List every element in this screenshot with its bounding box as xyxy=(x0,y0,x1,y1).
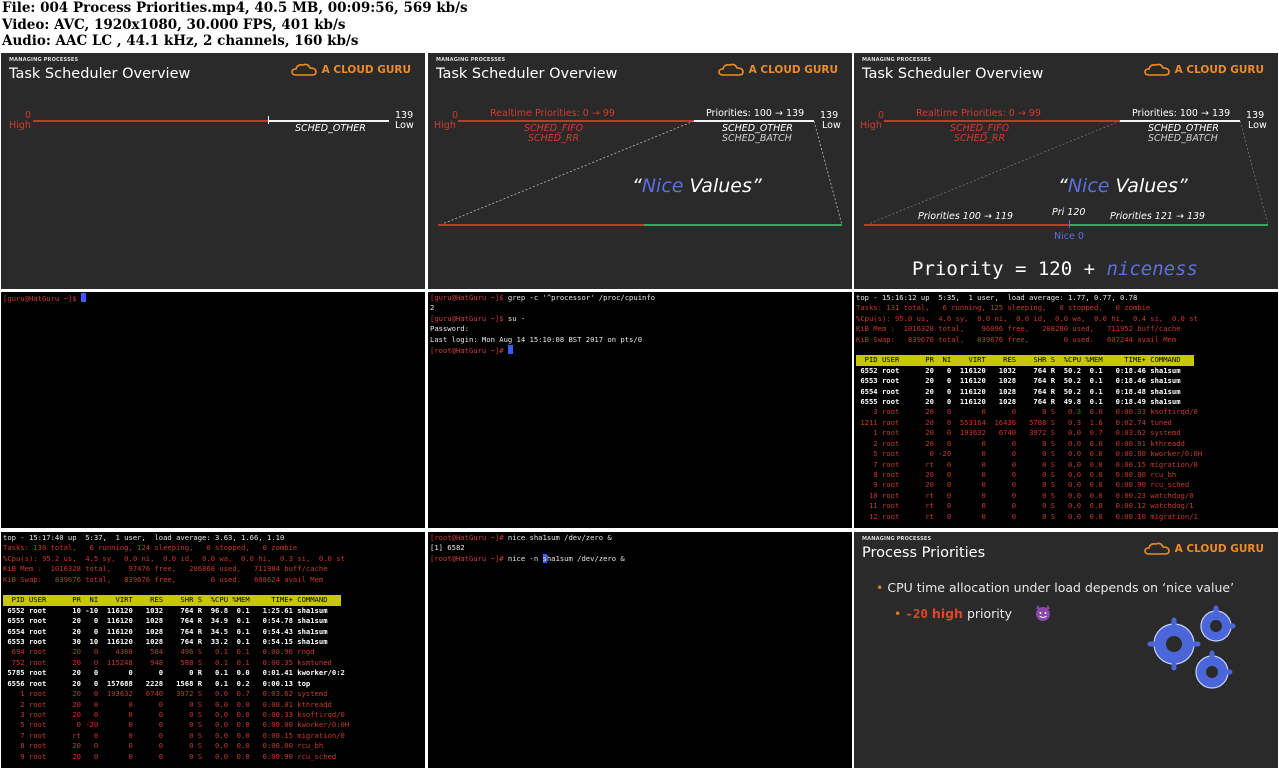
realtime-bar xyxy=(33,120,269,122)
audio-line: Audio: AAC LC , 44.1 kHz, 2 channels, 16… xyxy=(2,33,359,49)
cloud-icon xyxy=(1143,542,1170,555)
text-cursor xyxy=(80,293,86,302)
bullet-1: • CPU time allocation under load depends… xyxy=(876,580,1235,595)
thumbnail-terminal-1: [guru@HatGuru ~]$ xyxy=(1,292,425,528)
brand-name: A CLOUD GURU xyxy=(1174,543,1264,555)
sched-other: SCHED_OTHER xyxy=(295,123,366,134)
top-output: top - 15:16:12 up 5:35, 1 user, load ave… xyxy=(856,293,1203,521)
zoom-guide-lines xyxy=(865,120,1269,226)
top-output: top - 15:17:40 up 5:37, 1 user, load ave… xyxy=(3,533,350,761)
brand-logo: A CLOUD GURU xyxy=(1143,542,1264,556)
zoom-guide-lines xyxy=(439,120,843,226)
nice-values-heading: “Nice Values” xyxy=(632,175,762,197)
nice-left-bar xyxy=(864,224,1070,226)
gears-icon xyxy=(1147,605,1236,689)
thumbnail-slide-3: MANAGING PROCESSES Task Scheduler Overvi… xyxy=(854,53,1278,289)
prio-left-label: Priorities 100 → 119 xyxy=(918,211,1014,222)
text-cursor xyxy=(507,345,513,355)
nice0-label: Nice 0 xyxy=(1054,231,1084,242)
process-table-header: PID USER PR NI VIRT RES SHR S %CPU %MEM … xyxy=(3,595,341,606)
bullet-2: • -20 high priority xyxy=(894,604,1054,622)
thumbnail-terminal-2: [guru@HatGuru ~]$ grep -c '^processor' /… xyxy=(428,292,852,528)
devil-emoji-icon xyxy=(1036,605,1051,621)
divider-tick xyxy=(268,116,269,124)
thumbnail-top-output-2: top - 15:17:40 up 5:37, 1 user, load ave… xyxy=(1,532,425,768)
prio-right-label: Priorities 121 → 139 xyxy=(1110,211,1206,222)
slide-title: Task Scheduler Overview xyxy=(9,66,191,82)
brand-logo: A CLOUD GURU xyxy=(290,63,411,77)
process-table-header: PID USER PR NI VIRT RES SHR S %CPU %MEM … xyxy=(856,355,1194,366)
shell-prompt: [guru@HatGuru ~]$ xyxy=(3,294,81,303)
file-line: File: 004 Process Priorities.mp4, 40.5 M… xyxy=(2,0,468,16)
high-word: High xyxy=(9,120,31,131)
nice-zero-tick xyxy=(1069,220,1070,228)
section-label: MANAGING PROCESSES xyxy=(9,57,79,63)
cloud-icon xyxy=(290,63,317,76)
brand-name: A CLOUD GURU xyxy=(321,64,411,76)
thumbnail-slide-1: MANAGING PROCESSES Task Scheduler Overvi… xyxy=(1,53,425,289)
terminal-output: [guru@HatGuru ~]$ grep -c '^processor' /… xyxy=(430,293,656,356)
nice-right-bar xyxy=(644,224,842,226)
thumbnail-slide-4: MANAGING PROCESSES Process Priorities A … xyxy=(854,532,1278,768)
video-line: Video: AVC, 1920x1080, 30.000 FPS, 401 k… xyxy=(2,16,346,33)
nice-right-bar xyxy=(1070,224,1268,226)
nice-left-bar xyxy=(438,224,644,226)
normal-bar xyxy=(269,120,389,122)
thumbnail-slide-2: MANAGING PROCESSES Task Scheduler Overvi… xyxy=(428,53,852,289)
slide-title: Process Priorities xyxy=(862,545,986,561)
terminal-output: [root@HatGuru ~]# nice sha1sum /dev/zero… xyxy=(430,533,625,563)
nice-values-heading: “Nice Values” xyxy=(1058,175,1188,197)
thumbnail-top-output-1: top - 15:16:12 up 5:35, 1 user, load ave… xyxy=(854,292,1278,528)
file-info-header: File: 004 Process Priorities.mp4, 40.5 M… xyxy=(2,0,468,50)
thumbnail-terminal-3: [root@HatGuru ~]# nice sha1sum /dev/zero… xyxy=(428,532,852,768)
section-label: MANAGING PROCESSES xyxy=(862,536,932,542)
pri120-label: Pri 120 xyxy=(1052,207,1086,218)
low-word: Low xyxy=(395,120,414,131)
priority-formula: Priority = 120 + niceness xyxy=(912,258,1198,280)
terminal-output: [guru@HatGuru ~]$ xyxy=(3,293,86,304)
